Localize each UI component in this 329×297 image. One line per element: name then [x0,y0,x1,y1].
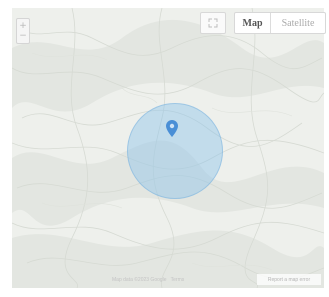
terms-link[interactable]: Terms [171,277,185,283]
location-radius-circle [127,103,223,199]
map-type-satellite-button[interactable]: Satellite [270,13,325,33]
map-pin-icon[interactable] [166,120,178,142]
attribution-text: Map data ©2023 Google [112,277,167,283]
map-type-map-button[interactable]: Map [235,13,270,33]
map-type-control: Map Satellite [234,12,326,34]
report-map-error-link[interactable]: Report a map error [257,274,321,285]
fullscreen-icon [208,18,218,28]
fullscreen-button[interactable] [200,12,226,34]
map-attribution: Map data ©2023 Google Terms [112,277,184,283]
zoom-control: + − [16,18,30,44]
zoom-in-button[interactable]: + [19,21,27,31]
report-map-error-label: Report a map error [267,276,311,283]
zoom-out-button[interactable]: − [19,31,27,41]
